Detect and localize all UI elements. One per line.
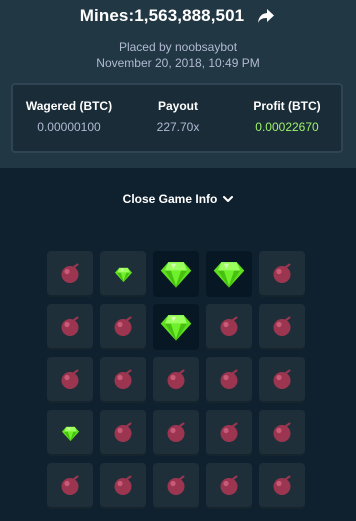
tile-gem-r4c1 xyxy=(47,410,93,456)
game-info-header: Mines:1,563,888,501 Placed by noobsaybot… xyxy=(0,0,356,168)
mine-icon xyxy=(271,316,293,338)
mine-icon xyxy=(59,475,81,497)
mine-icon xyxy=(218,369,240,391)
bet-timestamp: November 20, 2018, 10:49 PM xyxy=(96,56,260,70)
gem-icon xyxy=(212,257,246,291)
tile-gem-revealed-r1c3 xyxy=(153,251,199,297)
mine-icon xyxy=(165,475,187,497)
mine-icon xyxy=(218,422,240,444)
tile-gem-revealed-r2c3 xyxy=(153,304,199,350)
mine-icon xyxy=(271,369,293,391)
mine-icon xyxy=(59,369,81,391)
tile-mine-r3c2 xyxy=(100,357,146,403)
mine-icon xyxy=(271,475,293,497)
tile-mine-r5c3 xyxy=(153,463,199,509)
mine-icon xyxy=(271,263,293,285)
tile-mine-r2c1 xyxy=(47,304,93,350)
placed-by-text: Placed by noobsaybot xyxy=(118,40,238,54)
mine-icon xyxy=(112,475,134,497)
close-game-info-label: Close Game Info xyxy=(122,192,218,206)
profit-value: 0.00022670 xyxy=(255,120,319,134)
tile-mine-r5c5 xyxy=(259,463,305,509)
share-arrow-icon[interactable] xyxy=(256,6,276,26)
tile-mine-r1c5 xyxy=(259,251,305,297)
bet-stats-panel: Wagered (BTC) 0.00000100 Payout 227.70x … xyxy=(11,83,343,153)
tile-mine-r4c4 xyxy=(206,410,252,456)
tile-mine-r5c4 xyxy=(206,463,252,509)
game-title: Mines:1,563,888,501 xyxy=(79,6,245,25)
gem-icon xyxy=(159,257,193,291)
mine-icon xyxy=(218,475,240,497)
mine-icon xyxy=(59,316,81,338)
tile-mine-r3c5 xyxy=(259,357,305,403)
gem-icon xyxy=(159,310,193,344)
tile-mine-r1c1 xyxy=(47,251,93,297)
wagered-stat: Wagered (BTC) 0.00000100 xyxy=(14,99,124,134)
profit-label: Profit (BTC) xyxy=(253,99,321,113)
tile-gem-r1c2 xyxy=(100,251,146,297)
mine-icon xyxy=(112,369,134,391)
mine-icon xyxy=(165,422,187,444)
tile-mine-r2c5 xyxy=(259,304,305,350)
payout-label: Payout xyxy=(157,99,198,113)
mine-icon xyxy=(112,316,134,338)
mine-icon xyxy=(218,316,240,338)
gem-icon xyxy=(61,424,80,443)
tile-mine-r4c2 xyxy=(100,410,146,456)
tile-mine-r4c5 xyxy=(259,410,305,456)
payout-value: 227.70x xyxy=(156,120,200,134)
title-row: Mines:1,563,888,501 xyxy=(0,6,356,26)
tile-mine-r2c2 xyxy=(100,304,146,350)
wagered-label: Wagered (BTC) xyxy=(25,99,113,113)
mine-icon xyxy=(59,263,81,285)
tile-mine-r3c4 xyxy=(206,357,252,403)
tile-mine-r5c1 xyxy=(47,463,93,509)
mine-icon xyxy=(271,422,293,444)
tile-mine-r3c3 xyxy=(153,357,199,403)
tile-mine-r3c1 xyxy=(47,357,93,403)
tile-mine-r5c2 xyxy=(100,463,146,509)
mine-icon xyxy=(112,422,134,444)
wagered-value: 0.00000100 xyxy=(37,120,101,134)
gem-icon xyxy=(114,265,133,284)
profit-stat: Profit (BTC) 0.00022670 xyxy=(232,99,342,134)
tile-gem-revealed-r1c4 xyxy=(206,251,252,297)
mines-board xyxy=(47,251,305,509)
tile-mine-r2c4 xyxy=(206,304,252,350)
close-game-info-button[interactable]: Close Game Info xyxy=(0,192,356,206)
tile-mine-r4c3 xyxy=(153,410,199,456)
mine-icon xyxy=(165,369,187,391)
chevron-down-icon xyxy=(223,194,234,204)
payout-stat: Payout 227.70x xyxy=(123,99,233,134)
